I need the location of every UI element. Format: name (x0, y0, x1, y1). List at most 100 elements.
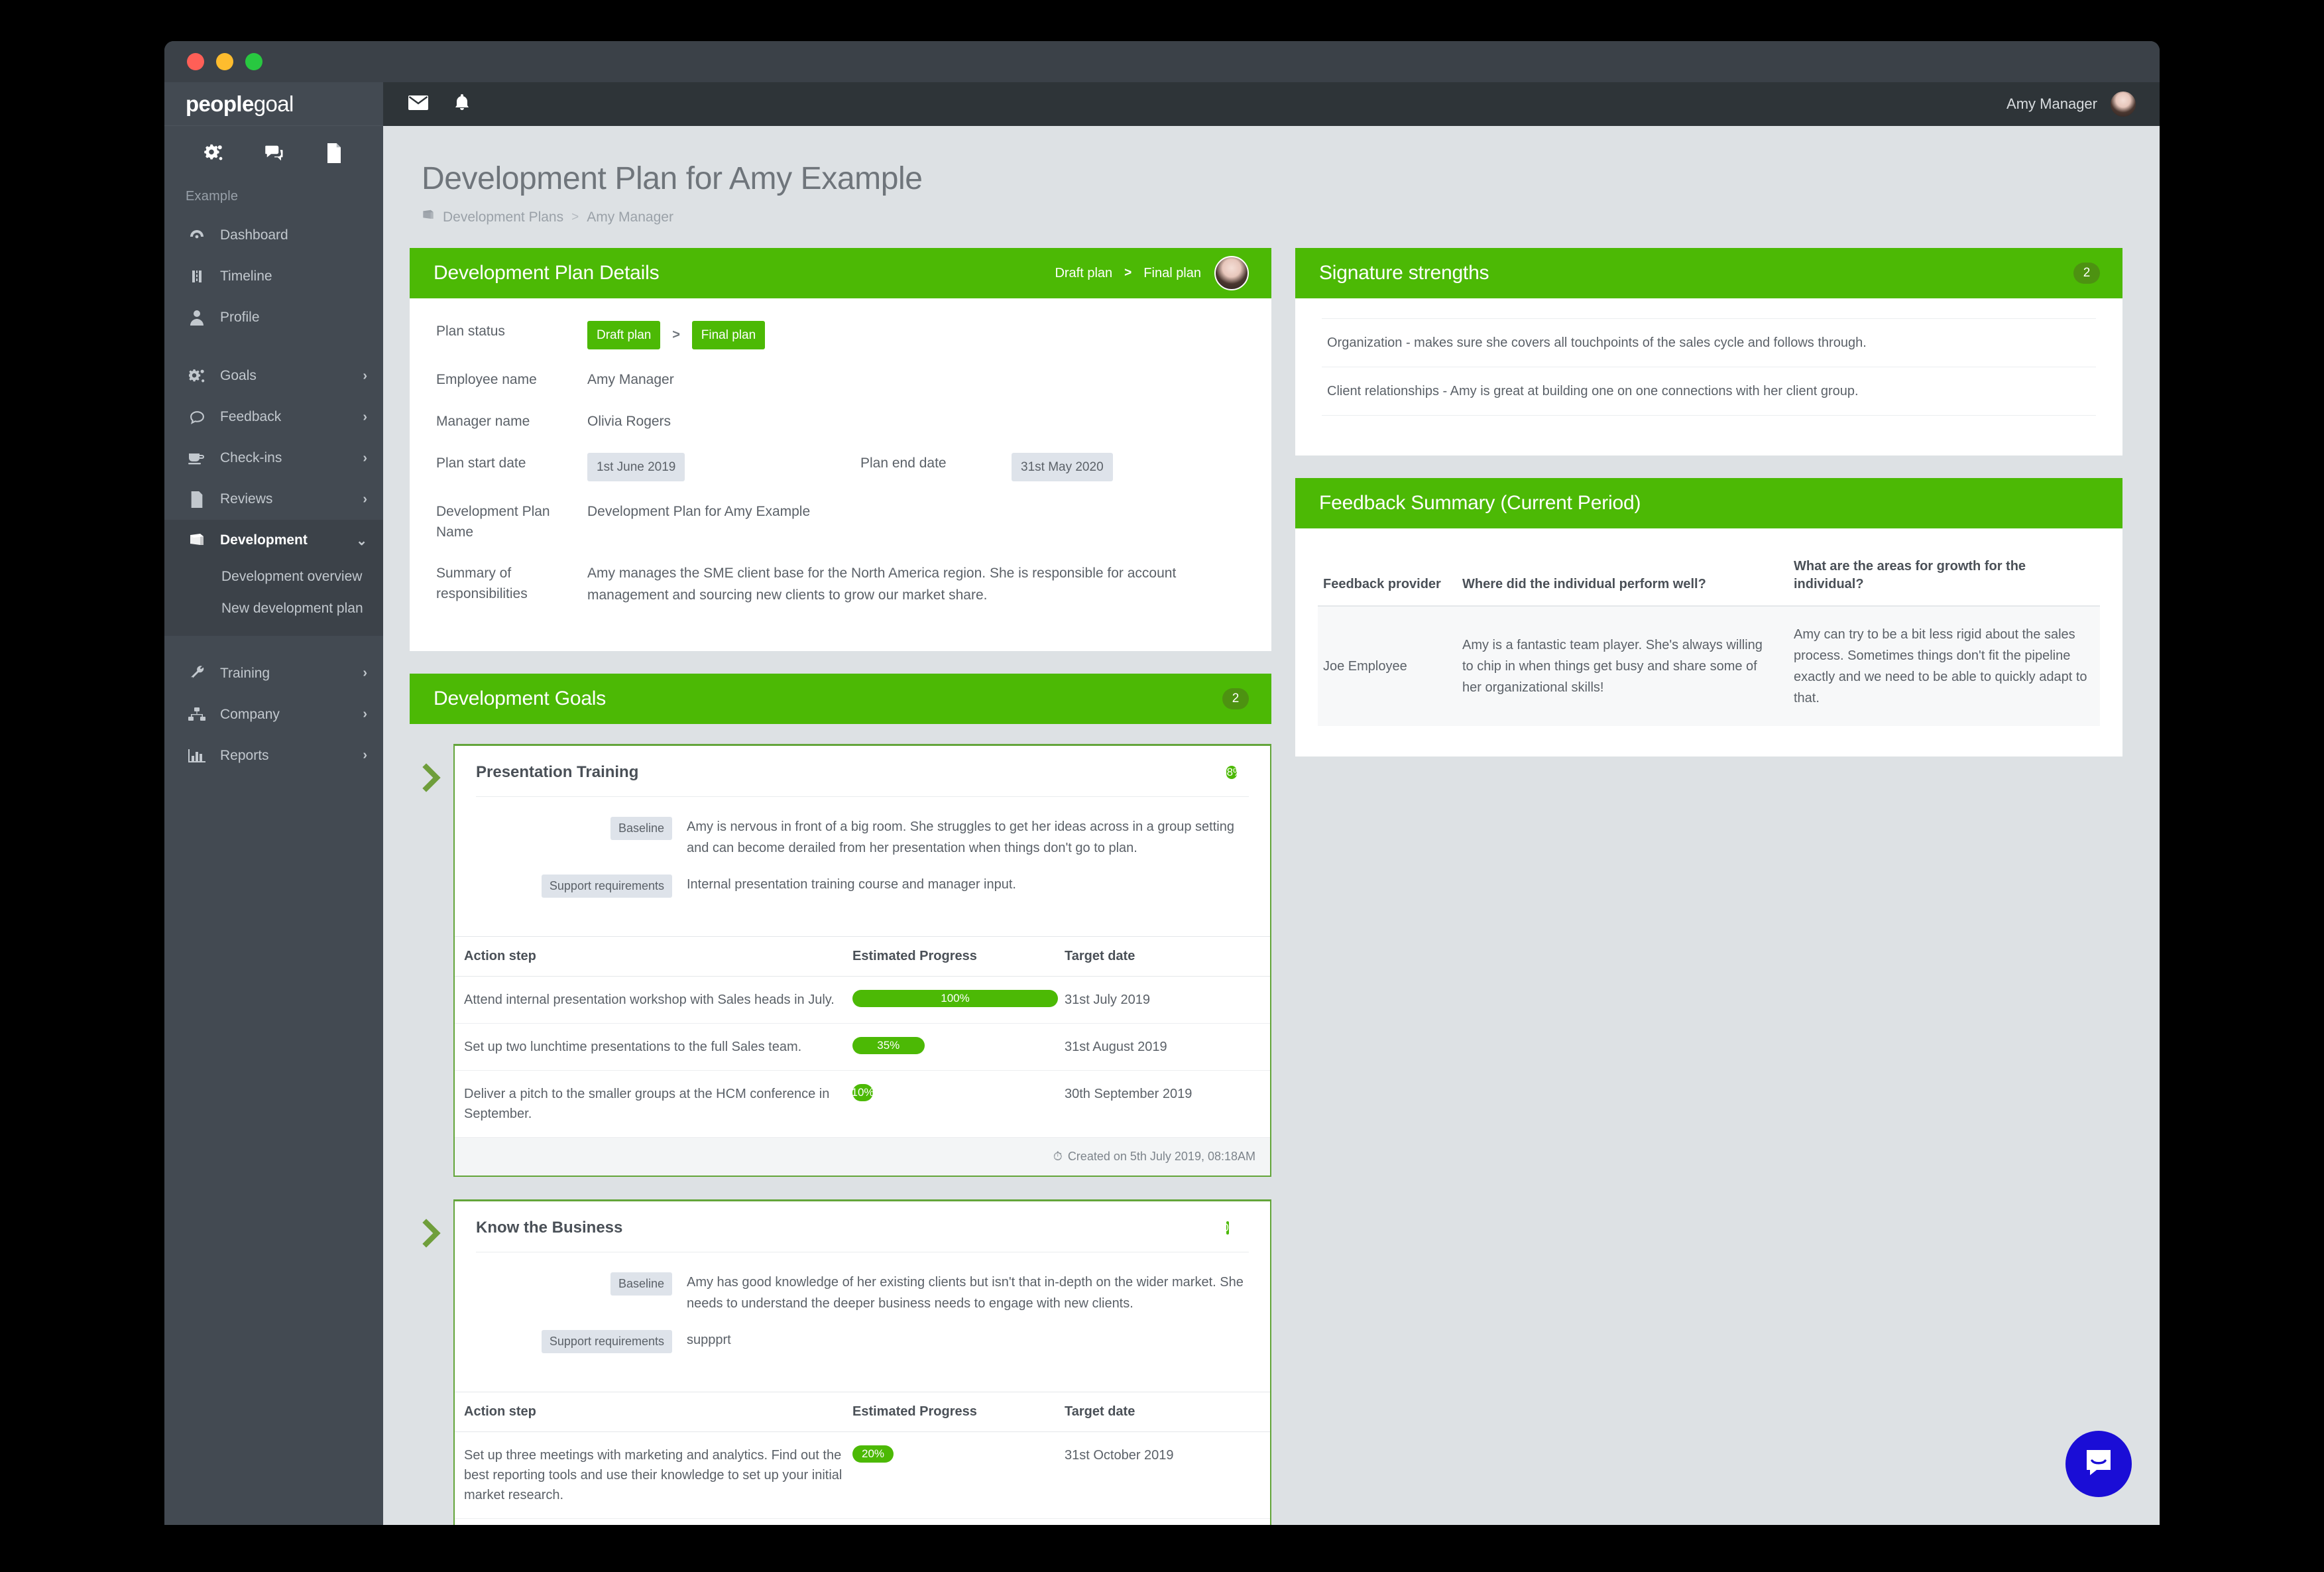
topbar-icons (408, 93, 469, 115)
panel-header: Signature strengths 2 (1295, 248, 2122, 298)
plan-status-value: Draft plan > Final plan (587, 321, 1245, 350)
plan-dates-row: Plan start date 1st June 2019 Plan end d… (436, 452, 1245, 481)
breadcrumb-current[interactable]: Amy Manager (587, 210, 673, 225)
manager-name-row: Manager name Olivia Rogers (436, 411, 1245, 433)
table-row: Joe Employee Amy is a fantastic team pla… (1318, 606, 2100, 726)
sidebar-item-label: Feedback (220, 409, 282, 424)
bell-icon[interactable] (455, 93, 469, 115)
panel-header: Development Plan Details Draft plan > Fi… (410, 248, 1271, 298)
goal-expand-chevron[interactable] (410, 744, 453, 793)
action-steps-table: Action step Estimated Progress Target da… (455, 936, 1270, 1138)
breadcrumb-root[interactable]: Development Plans (443, 210, 563, 225)
sidebar-quick-icons (164, 126, 383, 180)
coffee-cup-icon (184, 451, 209, 465)
sidebar-item-dashboard[interactable]: Dashboard (164, 215, 383, 256)
action-step-text: Create a "state of the industry" report.… (455, 1518, 852, 1525)
plan-start-date-value-wrap: 1st June 2019 (587, 452, 860, 481)
created-text: Created on 5th July 2019, 08:18AM (1067, 1150, 1255, 1164)
panel-header-right: 2 (1222, 688, 1249, 710)
feedback-growth-value: Amy can try to be a bit less rigid about… (1788, 606, 2100, 726)
right-column: Signature strengths 2 Organization - mak… (1295, 248, 2122, 1525)
summary-row: Summary of responsibilities Amy manages … (436, 563, 1245, 606)
goal-expand-chevron[interactable] (410, 1199, 453, 1248)
plan-status-row: Plan status Draft plan > Final plan (436, 321, 1245, 350)
sidebar-item-development[interactable]: Development ⌄ (164, 520, 383, 561)
sidebar-item-training[interactable]: Training › (164, 653, 383, 694)
plan-end-date-label: Plan end date (860, 455, 947, 471)
table-row: Set up two lunchtime presentations to th… (455, 1023, 1270, 1071)
chat-bubble-icon (2082, 1446, 2115, 1482)
strengths-count-badge: 2 (2073, 263, 2100, 284)
sidebar-item-feedback[interactable]: Feedback › (164, 396, 383, 438)
goal-title: Presentation Training (476, 763, 639, 782)
table-row: Attend internal presentation workshop wi… (455, 976, 1270, 1024)
avatar[interactable] (2109, 90, 2137, 118)
intercom-chat-button[interactable] (2065, 1431, 2132, 1497)
panel-body: Plan status Draft plan > Final plan Empl… (410, 298, 1271, 651)
sidebar-item-label: Dashboard (220, 227, 288, 243)
sidebar-item-label: Reviews (220, 491, 273, 507)
draft-plan-badge[interactable]: Draft plan (587, 321, 661, 350)
chevron-right-icon: › (363, 409, 367, 424)
chevron-down-icon: ⌄ (356, 533, 367, 548)
avatar[interactable] (1214, 256, 1249, 290)
sidebar-item-company[interactable]: Company › (164, 694, 383, 735)
feedback-well-value: Amy is a fantastic team player. She's al… (1457, 606, 1788, 726)
action-step-date: 31st August 2019 (1065, 1023, 1270, 1071)
chevron-right-icon: › (363, 748, 367, 763)
plan-name-label: Development Plan Name (436, 503, 550, 540)
sidebar-item-timeline[interactable]: Timeline (164, 256, 383, 297)
chevron-right-icon: › (363, 666, 367, 681)
baseline-tag-cell: Baseline (476, 817, 687, 841)
window-minimize-button[interactable] (216, 53, 233, 70)
sidebar-section-label: Example (186, 189, 239, 204)
chat-icon[interactable] (264, 143, 284, 166)
sidebar-subitem-new-development-plan[interactable]: New development plan (164, 593, 383, 625)
topbar-user[interactable]: Amy Manager (2006, 90, 2137, 118)
table-header-row: Feedback provider Where did the individu… (1318, 548, 2100, 607)
window-titlebar (164, 41, 2160, 82)
chevron-right-icon: › (363, 368, 367, 383)
main-area: Amy Manager Development Plan for Amy Exa… (383, 82, 2160, 1525)
progress-bar-fill: 10% (1216, 1221, 1239, 1235)
goal-body: Baseline Amy is nervous in front of a bi… (455, 797, 1270, 936)
gears-icon[interactable] (204, 143, 224, 166)
status-final-label: Final plan (1143, 265, 1201, 280)
page-content: Development Plan for Amy Example Develop… (383, 126, 2160, 1525)
goal-support-row: Support requirements Internal presentati… (476, 875, 1249, 898)
action-step-text: Set up three meetings with marketing and… (455, 1431, 852, 1520)
window-close-button[interactable] (187, 53, 204, 70)
plan-start-date-label: Plan start date (436, 455, 526, 471)
window-maximize-button[interactable] (245, 53, 262, 70)
sidebar-item-goals[interactable]: Goals › (164, 355, 383, 396)
development-goals-panel: Development Goals 2 Presentation Trainin… (410, 674, 1271, 1525)
goal-baseline-row: Baseline Amy is nervous in front of a bi… (476, 817, 1249, 859)
sidebar-item-label: Reports (220, 747, 269, 763)
goal-card: Know the Business 10% (453, 1199, 1271, 1525)
gears-icon (184, 368, 209, 385)
sidebar-item-reports[interactable]: Reports › (164, 735, 383, 776)
panel-title: Development Plan Details (434, 262, 660, 284)
sidebar-item-check-ins[interactable]: Check-ins › (164, 438, 383, 479)
document-icon[interactable] (325, 143, 343, 166)
plan-name-row: Development Plan Name Development Plan f… (436, 501, 1245, 543)
sidebar-item-label: Goals (220, 368, 257, 383)
feedback-table: Feedback provider Where did the individu… (1318, 548, 2100, 726)
content-columns: Development Plan Details Draft plan > Fi… (410, 248, 2122, 1525)
goal-body: Baseline Amy has good knowledge of her e… (455, 1252, 1270, 1392)
progress-bar: 35% (852, 1037, 1058, 1054)
employee-name-row: Employee name Amy Manager (436, 369, 1245, 391)
baseline-text: Amy has good knowledge of her existing c… (687, 1275, 1244, 1311)
action-step-progress: 100% (852, 976, 1065, 1024)
brand-logo[interactable]: peoplegoal (164, 82, 383, 126)
employee-name-value: Amy Manager (587, 372, 674, 388)
support-text: suppprt (687, 1333, 731, 1348)
sidebar-subitem-development-overview[interactable]: Development overview (164, 561, 383, 593)
action-step-date: 30th November 2019 (1065, 1518, 1270, 1525)
final-plan-badge[interactable]: Final plan (691, 321, 766, 350)
header-target-date: Target date (1065, 936, 1270, 977)
manager-name-value: Olivia Rogers (587, 413, 671, 429)
sidebar-item-reviews[interactable]: Reviews › (164, 479, 383, 520)
sidebar-item-profile[interactable]: Profile (164, 297, 383, 338)
envelope-icon[interactable] (408, 95, 428, 114)
